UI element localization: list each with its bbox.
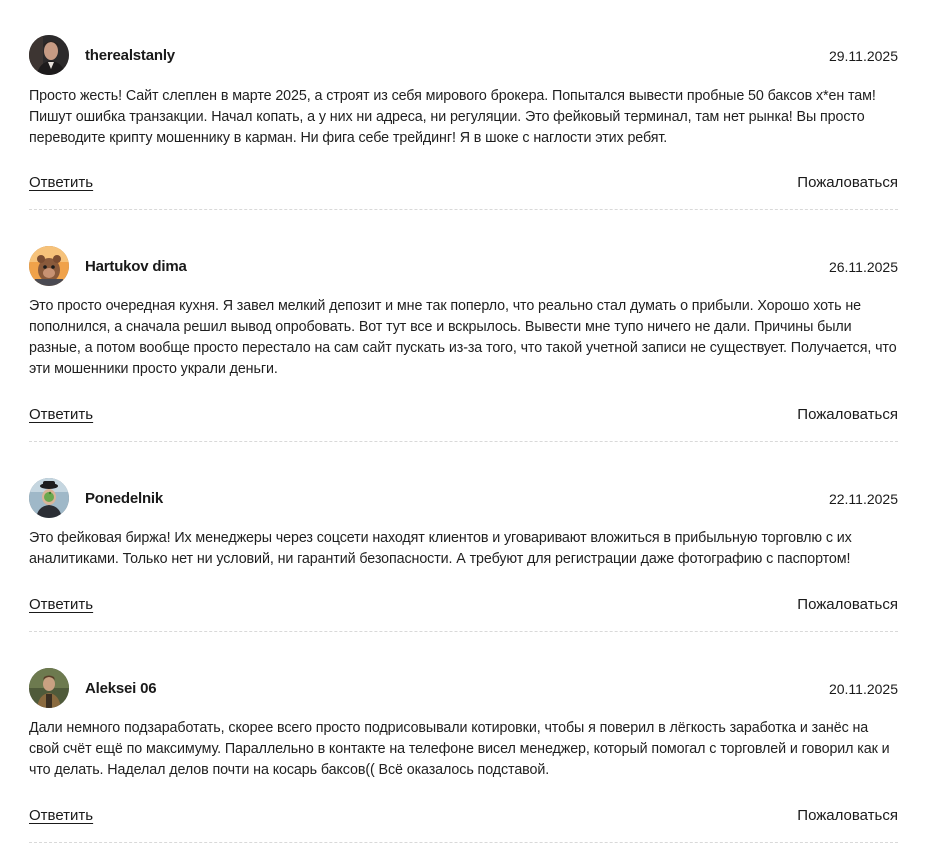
comment-divider <box>29 842 898 843</box>
comment-actions: Ответить Пожаловаться <box>29 596 898 618</box>
comment-author: Ponedelnik <box>85 490 164 507</box>
comment-item: Aleksei 06 20.11.2025 Дали немного подза… <box>29 668 898 843</box>
report-link[interactable]: Пожаловаться <box>797 596 898 613</box>
user-avatar[interactable] <box>29 35 69 75</box>
comment-header: therealstanly 29.11.2025 <box>29 35 898 77</box>
comment-actions: Ответить Пожаловаться <box>29 807 898 829</box>
comment-date: 20.11.2025 <box>828 681 898 697</box>
comment-header: Aleksei 06 20.11.2025 <box>29 668 898 710</box>
comment-divider <box>29 441 898 442</box>
comment-item: Hartukov dima 26.11.2025 Это просто очер… <box>29 246 898 442</box>
comment-actions: Ответить Пожаловаться <box>29 406 898 428</box>
reply-link[interactable]: Ответить <box>29 174 93 191</box>
comment-author: Aleksei 06 <box>85 680 157 697</box>
comments-list: therealstanly 29.11.2025 Просто жесть! С… <box>0 0 926 847</box>
reply-link[interactable]: Ответить <box>29 596 93 613</box>
comment-text: Это фейковая биржа! Их менеджеры через с… <box>29 530 852 567</box>
reply-link[interactable]: Ответить <box>29 807 93 824</box>
comment-date: 22.11.2025 <box>828 491 898 507</box>
reply-link[interactable]: Ответить <box>29 406 93 423</box>
comment-date: 26.11.2025 <box>828 259 898 275</box>
user-avatar[interactable] <box>29 668 69 708</box>
comment-item: therealstanly 29.11.2025 Просто жесть! С… <box>29 35 898 210</box>
comment-author: Hartukov dima <box>85 258 187 275</box>
comment-date: 29.11.2025 <box>828 48 898 64</box>
comment-actions: Ответить Пожаловаться <box>29 174 898 196</box>
comment-header: Hartukov dima 26.11.2025 <box>29 246 898 288</box>
user-avatar[interactable] <box>29 478 69 518</box>
report-link[interactable]: Пожаловаться <box>797 406 898 423</box>
comment-header: Ponedelnik 22.11.2025 <box>29 478 898 520</box>
comment-divider <box>29 209 898 210</box>
report-link[interactable]: Пожаловаться <box>797 174 898 191</box>
comment-text: Дали немного подзаработать, скорее всего… <box>29 720 890 778</box>
comment-item: Ponedelnik 22.11.2025 Это фейковая биржа… <box>29 478 898 632</box>
user-avatar[interactable] <box>29 246 69 286</box>
comment-divider <box>29 631 898 632</box>
comment-author: therealstanly <box>85 47 175 64</box>
comment-text: Просто жесть! Сайт слеплен в марте 2025,… <box>29 88 876 146</box>
comment-text: Это просто очередная кухня. Я завел мелк… <box>29 298 897 377</box>
report-link[interactable]: Пожаловаться <box>797 807 898 824</box>
